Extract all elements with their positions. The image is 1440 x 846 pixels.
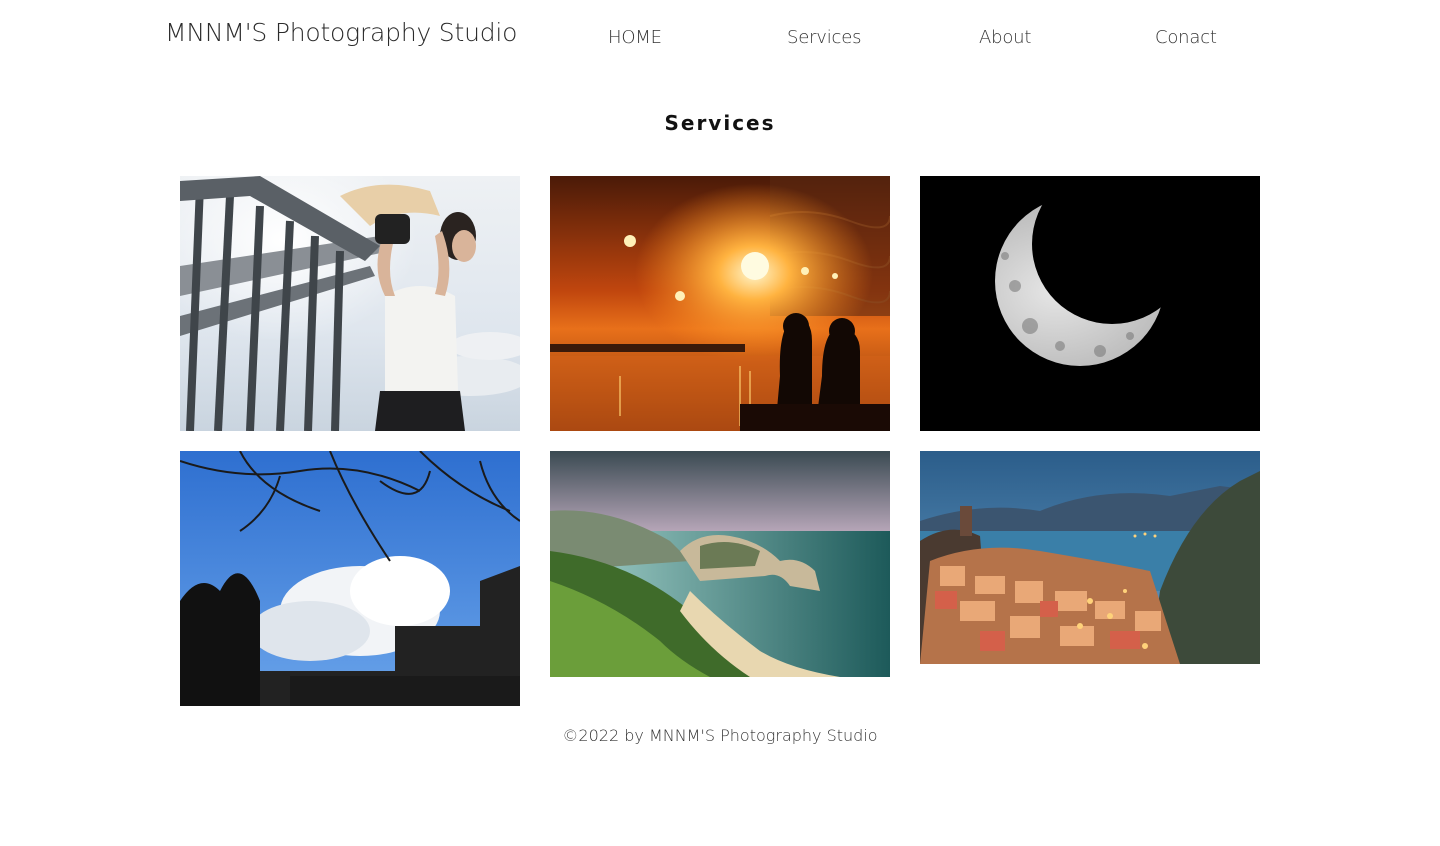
section-title: Services: [664, 111, 776, 135]
night-fountain-photo[interactable]: [550, 176, 890, 431]
coastal-village-photo[interactable]: [920, 451, 1260, 664]
main-nav: HOME Services About Conact: [0, 27, 1440, 53]
footer-copyright: ©2022 by MNNM'S Photography Studio: [562, 726, 878, 745]
nav-home[interactable]: HOME: [608, 27, 662, 48]
nav-contact[interactable]: Conact: [1155, 27, 1217, 48]
nav-about[interactable]: About: [979, 27, 1031, 48]
woman-on-stairs-photo[interactable]: [180, 176, 520, 431]
crescent-moon-photo[interactable]: [920, 176, 1260, 431]
coastal-arch-photo[interactable]: [550, 451, 890, 677]
tree-branches-sky-photo[interactable]: [180, 451, 520, 706]
nav-services[interactable]: Services: [787, 27, 862, 48]
